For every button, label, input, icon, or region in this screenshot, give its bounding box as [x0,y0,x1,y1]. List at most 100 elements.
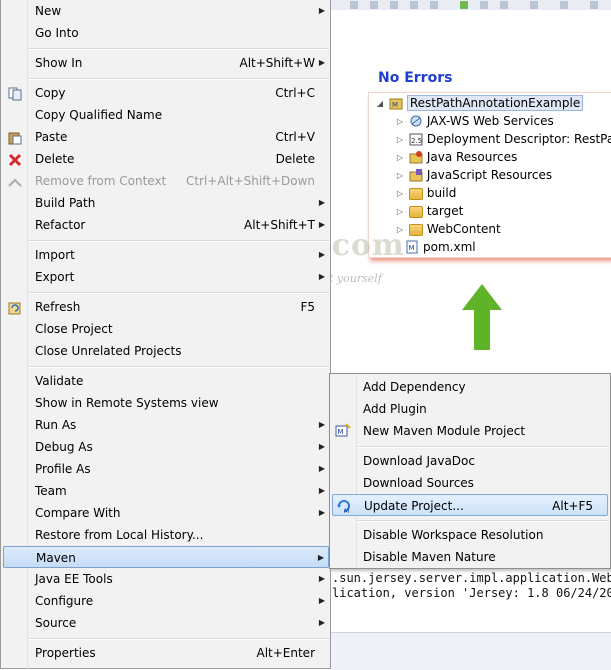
console-output: .sun.jersey.server.impl.application.WebA… [330,570,611,632]
menu-item-remove-from-context: Remove from Context Ctrl+Alt+Shift+Down [3,170,329,192]
folder-icon [408,187,423,200]
toolbar-icon[interactable] [350,1,358,9]
toolbar-icon[interactable] [390,1,398,9]
project-icon: M [389,96,403,110]
menu-item-copy-qualified-name[interactable]: Copy Qualified Name [3,104,329,126]
web-services-icon [409,114,423,128]
update-project-icon: M [336,498,352,515]
menu-item-team[interactable]: Team ▶ [3,480,329,502]
menu-item-validate[interactable]: Validate [3,370,329,392]
menu-item-debug-as[interactable]: Debug As ▶ [3,436,329,458]
menu-separator [29,240,329,242]
menu-item-restore-from-local-history[interactable]: Restore from Local History... [3,524,329,546]
collapsed-triangle-icon[interactable]: ▷ [395,149,405,167]
collapsed-triangle-icon[interactable]: ▷ [395,167,405,185]
menu-item-profile-as[interactable]: Profile As ▶ [3,458,329,480]
tree-item[interactable]: M pom.xml [405,238,476,256]
submenu-item-download-sources[interactable]: Download Sources [332,472,608,494]
tree-item[interactable]: ▷ JAX-WS Web Services [395,112,554,130]
menu-item-export[interactable]: Export ▶ [3,266,329,288]
tree-item[interactable]: ▷ Java Resources [395,148,517,166]
menu-item-build-path[interactable]: Build Path ▶ [3,192,329,214]
collapsed-triangle-icon[interactable]: ▷ [395,113,405,131]
menu-item-configure[interactable]: Configure ▶ [3,590,329,612]
collapsed-triangle-icon[interactable]: ▷ [395,185,405,203]
menu-separator [29,48,329,50]
menu-item-compare-with[interactable]: Compare With ▶ [3,502,329,524]
menu-item-show-in[interactable]: Show In Alt+Shift+W ▶ [3,52,329,74]
toolbar-icon[interactable] [560,1,568,9]
submenu-item-disable-workspace-resolution[interactable]: Disable Workspace Resolution [332,524,608,546]
maven-submenu: Add Dependency Add Plugin M New Maven Mo… [329,373,611,569]
project-name: RestPathAnnotationExample [406,95,584,111]
collapsed-triangle-icon[interactable]: ▷ [395,203,405,221]
menu-separator [29,292,329,294]
tree-item-label: JavaScript Resources [426,168,553,182]
submenu-arrow-icon: ▶ [318,486,325,495]
toolbar-icon[interactable] [500,1,508,9]
paste-icon [8,130,22,145]
no-errors-heading: No Errors [378,70,453,86]
toolbar-icon[interactable] [410,1,418,9]
menu-item-go-into[interactable]: Go Into [3,22,329,44]
tree-item[interactable]: ▷ target [395,202,463,220]
menu-item-run-as[interactable]: Run As ▶ [3,414,329,436]
tree-item[interactable]: ▷ JavaScript Resources [395,166,552,184]
submenu-arrow-icon: ▶ [317,553,324,562]
submenu-item-add-dependency[interactable]: Add Dependency [332,376,608,398]
submenu-arrow-icon: ▶ [318,250,325,259]
menu-item-delete[interactable]: Delete Delete [3,148,329,170]
console-line: .sun.jersey.server.impl.application.WebA [332,571,611,585]
menu-separator [29,638,329,640]
menu-item-close-project[interactable]: Close Project [3,318,329,340]
menu-item-copy[interactable]: Copy Ctrl+C [3,82,329,104]
java-resources-icon [409,150,423,164]
tree-root-item[interactable]: ◢ M RestPathAnnotationExample [375,94,584,113]
remove-context-icon [8,174,22,188]
submenu-arrow-icon: ▶ [318,442,325,451]
console-line: lication, version 'Jersey: 1.8 06/24/20 [332,586,611,600]
menu-item-maven[interactable]: Maven ▶ [3,546,329,568]
submenu-item-disable-maven-nature[interactable]: Disable Maven Nature [332,546,608,568]
delete-icon [8,152,22,167]
context-menu: New ▶ Go Into Show In Alt+Shift+W ▶ Copy Ctr… [0,0,331,669]
tree-item-label: build [426,186,457,200]
submenu-item-new-maven-module-project[interactable]: M New Maven Module Project [332,420,608,442]
submenu-item-add-plugin[interactable]: Add Plugin [332,398,608,420]
submenu-arrow-icon: ▶ [318,420,325,429]
tree-item-label: JAX-WS Web Services [426,114,554,128]
menu-item-show-in-remote-systems[interactable]: Show in Remote Systems view [3,392,329,414]
toolbar-icon[interactable] [590,1,598,9]
expanded-triangle-icon[interactable]: ◢ [375,95,385,113]
menu-item-source[interactable]: Source ▶ [3,612,329,634]
toolbar-icon[interactable] [430,1,438,9]
toolbar-icon[interactable] [370,1,378,9]
tree-item-label: Java Resources [426,150,518,164]
tree-item[interactable]: ▷ WebContent [395,220,501,238]
menu-item-properties[interactable]: Properties Alt+Enter [3,642,329,664]
menu-item-paste[interactable]: Paste Ctrl+V [3,126,329,148]
tree-item-label: pom.xml [423,240,476,254]
svg-text:M: M [392,101,398,109]
tree-item[interactable]: ▷ 2.5 Deployment Descriptor: RestPa [395,130,611,148]
toolbar-icon[interactable] [480,1,488,9]
submenu-arrow-icon: ▶ [318,574,325,583]
menu-item-close-unrelated-projects[interactable]: Close Unrelated Projects [3,340,329,362]
run-icon[interactable] [460,1,468,9]
submenu-item-download-javadoc[interactable]: Download JavaDoc [332,450,608,472]
tree-item[interactable]: ▷ build [395,184,456,202]
collapsed-triangle-icon[interactable]: ▷ [395,131,405,149]
folder-icon [408,223,423,236]
menu-item-refresh[interactable]: Refresh F5 [3,296,329,318]
menu-item-refactor[interactable]: Refactor Alt+Shift+T ▶ [3,214,329,236]
menu-item-new[interactable]: New ▶ [3,0,329,22]
menu-item-java-ee-tools[interactable]: Java EE Tools ▶ [3,568,329,590]
menu-item-import[interactable]: Import ▶ [3,244,329,266]
toolbar-icon[interactable] [530,1,538,9]
status-bar [330,632,611,670]
submenu-arrow-icon: ▶ [318,508,325,517]
pom-file-icon: M [405,240,419,254]
tree-item-label: WebContent [426,222,501,236]
submenu-arrow-icon: ▶ [318,58,325,67]
submenu-item-update-project[interactable]: M Update Project... Alt+F5 [332,494,608,516]
